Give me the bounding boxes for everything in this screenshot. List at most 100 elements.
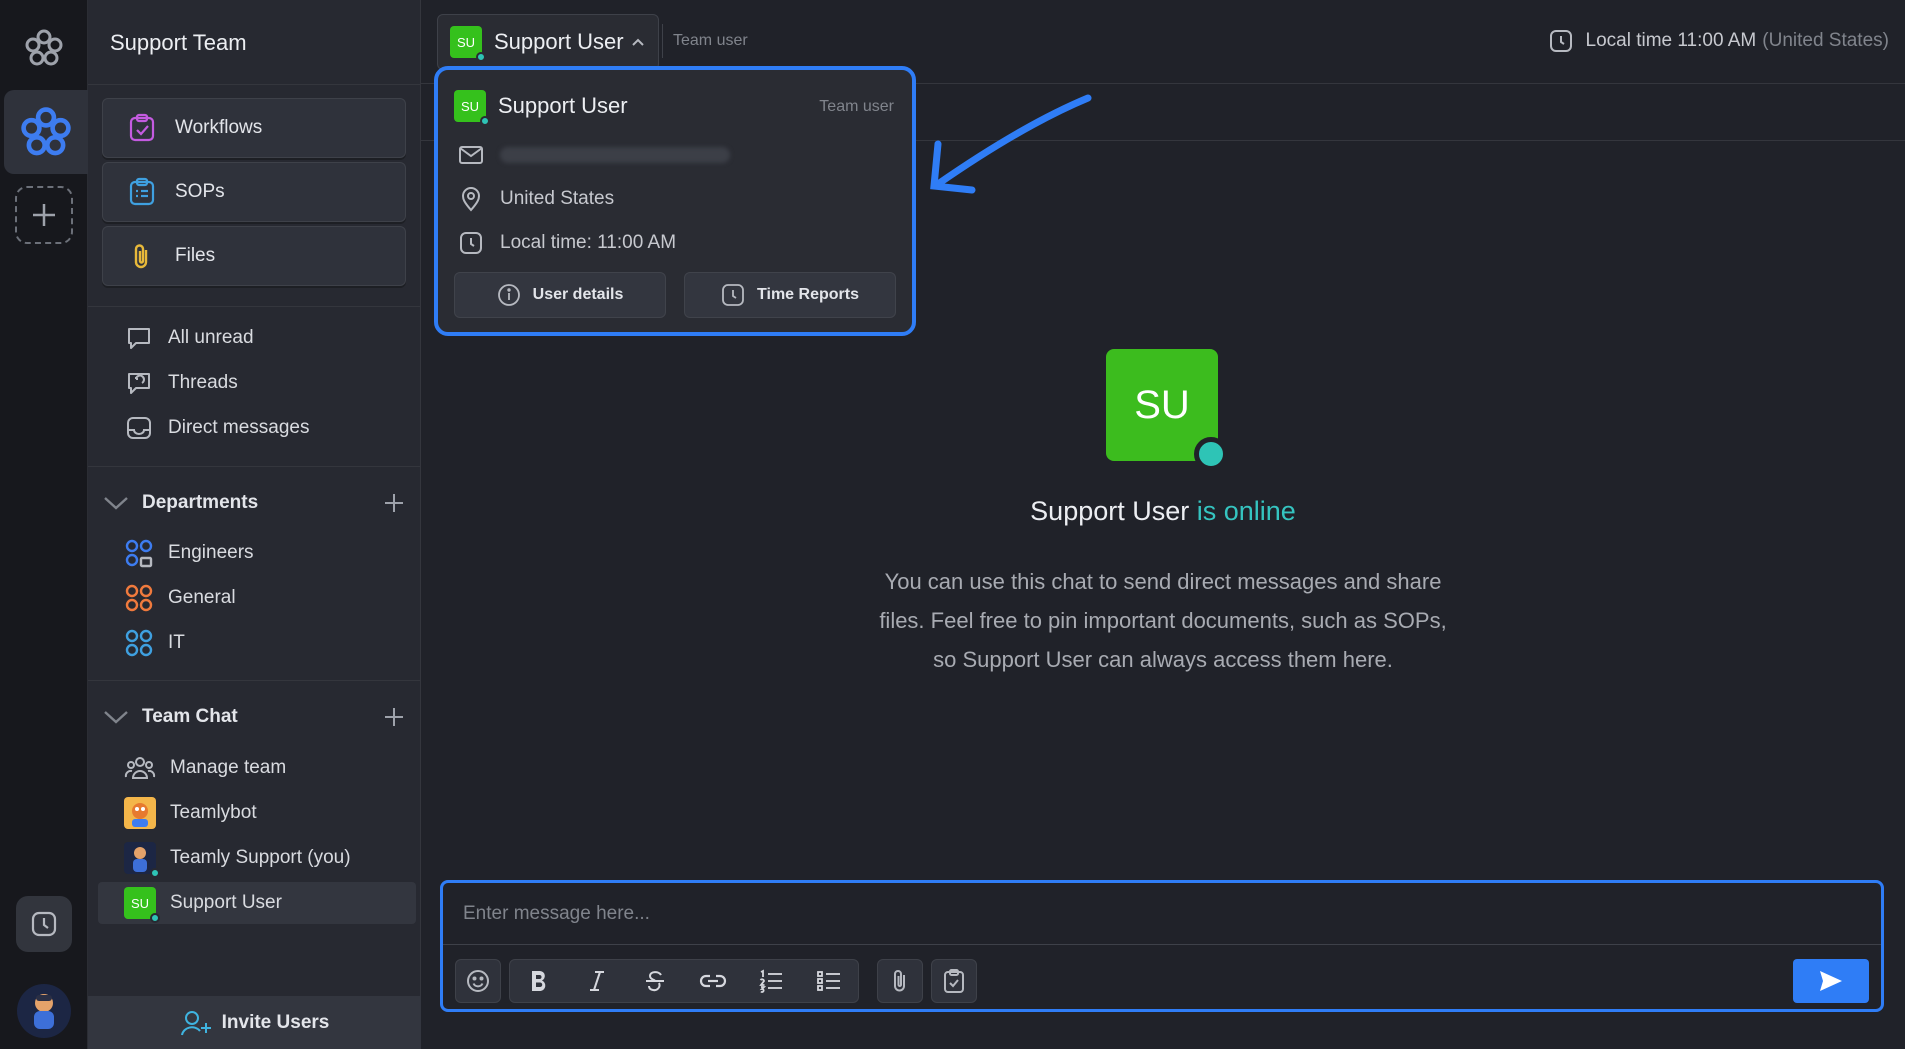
strikethrough-button[interactable]	[626, 960, 684, 1002]
attach-group	[877, 959, 923, 1003]
clock-icon	[722, 284, 744, 306]
chevron-down-icon	[104, 497, 128, 510]
nav-label: Threads	[168, 372, 238, 393]
bot-avatar-icon	[124, 797, 156, 829]
attach-file-button[interactable]	[878, 960, 922, 1002]
time-reports-button[interactable]: Time Reports	[684, 272, 896, 318]
popup-header: SU Support User	[454, 90, 628, 126]
bullet-list-button[interactable]	[800, 960, 858, 1002]
workspace-rail	[0, 0, 88, 1049]
departments-header[interactable]: Departments	[102, 488, 406, 518]
online-status-dot	[1194, 437, 1228, 471]
teamly-logo-icon[interactable]	[22, 26, 66, 70]
avatar-initials: SU	[456, 34, 476, 50]
strikethrough-icon	[646, 971, 664, 992]
chevron-up-icon	[631, 38, 644, 46]
numbered-list-button[interactable]	[742, 960, 800, 1002]
department-label: General	[168, 587, 236, 608]
popup-local-time: Local time: 11:00 AM	[500, 232, 677, 253]
user-details-button[interactable]: User details	[454, 272, 666, 318]
user-details-label: User details	[532, 286, 624, 303]
divider	[88, 466, 421, 467]
add-workspace-button[interactable]	[15, 186, 73, 244]
time-tracker-button[interactable]	[16, 896, 72, 952]
sops-label: SOPs	[175, 181, 225, 202]
numbered-list-icon	[759, 969, 782, 993]
support-avatar-icon	[34, 994, 54, 1029]
description-line: files. Feel free to pin important docume…	[879, 608, 1447, 633]
email-redacted	[500, 147, 730, 163]
department-engineers[interactable]: Engineers	[124, 538, 254, 568]
chat-description: You can use this chat to send direct mes…	[421, 562, 1905, 679]
local-time-region: (United States)	[1762, 30, 1889, 51]
add-chat-plus-icon[interactable]	[382, 705, 406, 729]
department-icon	[125, 584, 153, 612]
channel-sidebar: Support Team Workflows SOPs Files All un…	[88, 0, 421, 1049]
user-avatar: SU	[454, 90, 490, 126]
popup-location: United States	[500, 188, 615, 209]
link-button[interactable]	[684, 960, 742, 1002]
online-status-text: is online	[1196, 496, 1296, 526]
local-time-label: Local time 11:00 AM	[1585, 30, 1757, 51]
invite-users-button[interactable]: Invite Users	[88, 996, 421, 1049]
online-status-line: Support User is online	[421, 496, 1905, 527]
team-chat-manage-team[interactable]: Manage team	[124, 753, 286, 783]
main-user-name: Support User	[1030, 496, 1190, 526]
sops-button[interactable]: SOPs	[102, 162, 406, 222]
department-it[interactable]: IT	[124, 628, 185, 658]
team-chat-header[interactable]: Team Chat	[102, 702, 406, 732]
team-chat-label: Teamlybot	[170, 802, 257, 823]
nav-label: All unread	[168, 327, 254, 348]
workflows-label: Workflows	[175, 117, 263, 138]
people-icon	[124, 757, 156, 779]
avatar-initials: SU	[130, 895, 150, 911]
time-reports-label: Time Reports	[757, 286, 859, 303]
workspace-button-support-team[interactable]	[4, 90, 88, 174]
team-chat-title: Team Chat	[142, 706, 238, 727]
link-icon	[699, 974, 727, 988]
user-card-popup: SU Support User Team user United States …	[434, 66, 916, 336]
divider	[662, 24, 663, 58]
user-avatar: SU	[450, 26, 486, 62]
message-input[interactable]	[443, 883, 1881, 945]
team-chat-support-user[interactable]: SU Support User	[124, 887, 282, 923]
clipboard-check-icon	[944, 969, 964, 993]
italic-button[interactable]	[568, 960, 626, 1002]
attach-sop-button[interactable]	[932, 960, 976, 1002]
online-status-dot	[150, 913, 160, 923]
department-general[interactable]: General	[124, 583, 236, 613]
nav-all-unread[interactable]: All unread	[124, 323, 254, 353]
popup-user-role: Team user	[819, 98, 894, 115]
files-button[interactable]: Files	[102, 226, 406, 286]
departments-title: Departments	[142, 492, 259, 513]
divider	[88, 84, 421, 85]
department-icon	[125, 629, 153, 657]
workflows-button[interactable]: Workflows	[102, 98, 406, 158]
description-line: You can use this chat to send direct mes…	[884, 569, 1442, 594]
avatar-initials: SU	[1134, 382, 1190, 427]
online-status-dot	[150, 868, 160, 878]
nav-label: Direct messages	[168, 417, 310, 438]
send-button[interactable]	[1793, 959, 1869, 1003]
attach-sop-group	[931, 959, 977, 1003]
team-chat-teamlybot[interactable]: Teamlybot	[124, 797, 257, 829]
location-pin-icon	[461, 187, 481, 212]
bullet-list-icon	[817, 971, 840, 991]
divider	[88, 680, 421, 681]
clock-icon	[1549, 30, 1572, 52]
popup-user-name: Support User	[498, 93, 628, 118]
nav-direct-messages[interactable]: Direct messages	[124, 413, 310, 443]
bold-button[interactable]	[510, 960, 568, 1002]
chat-bubble-icon	[128, 328, 150, 349]
header-local-time: Local time 11:00 AM (United States)	[1548, 28, 1889, 54]
add-department-plus-icon[interactable]	[382, 491, 406, 515]
threads-icon	[128, 373, 150, 394]
my-profile-avatar[interactable]	[17, 984, 71, 1038]
emoji-group	[455, 959, 501, 1003]
emoji-button[interactable]	[456, 960, 500, 1002]
team-chat-teamly-support[interactable]: Teamly Support (you)	[124, 842, 351, 878]
formatting-toolbar	[509, 959, 859, 1003]
user-selector-button[interactable]: SU Support User	[437, 14, 659, 70]
nav-threads[interactable]: Threads	[124, 368, 238, 398]
header-user-role: Team user	[673, 32, 748, 49]
